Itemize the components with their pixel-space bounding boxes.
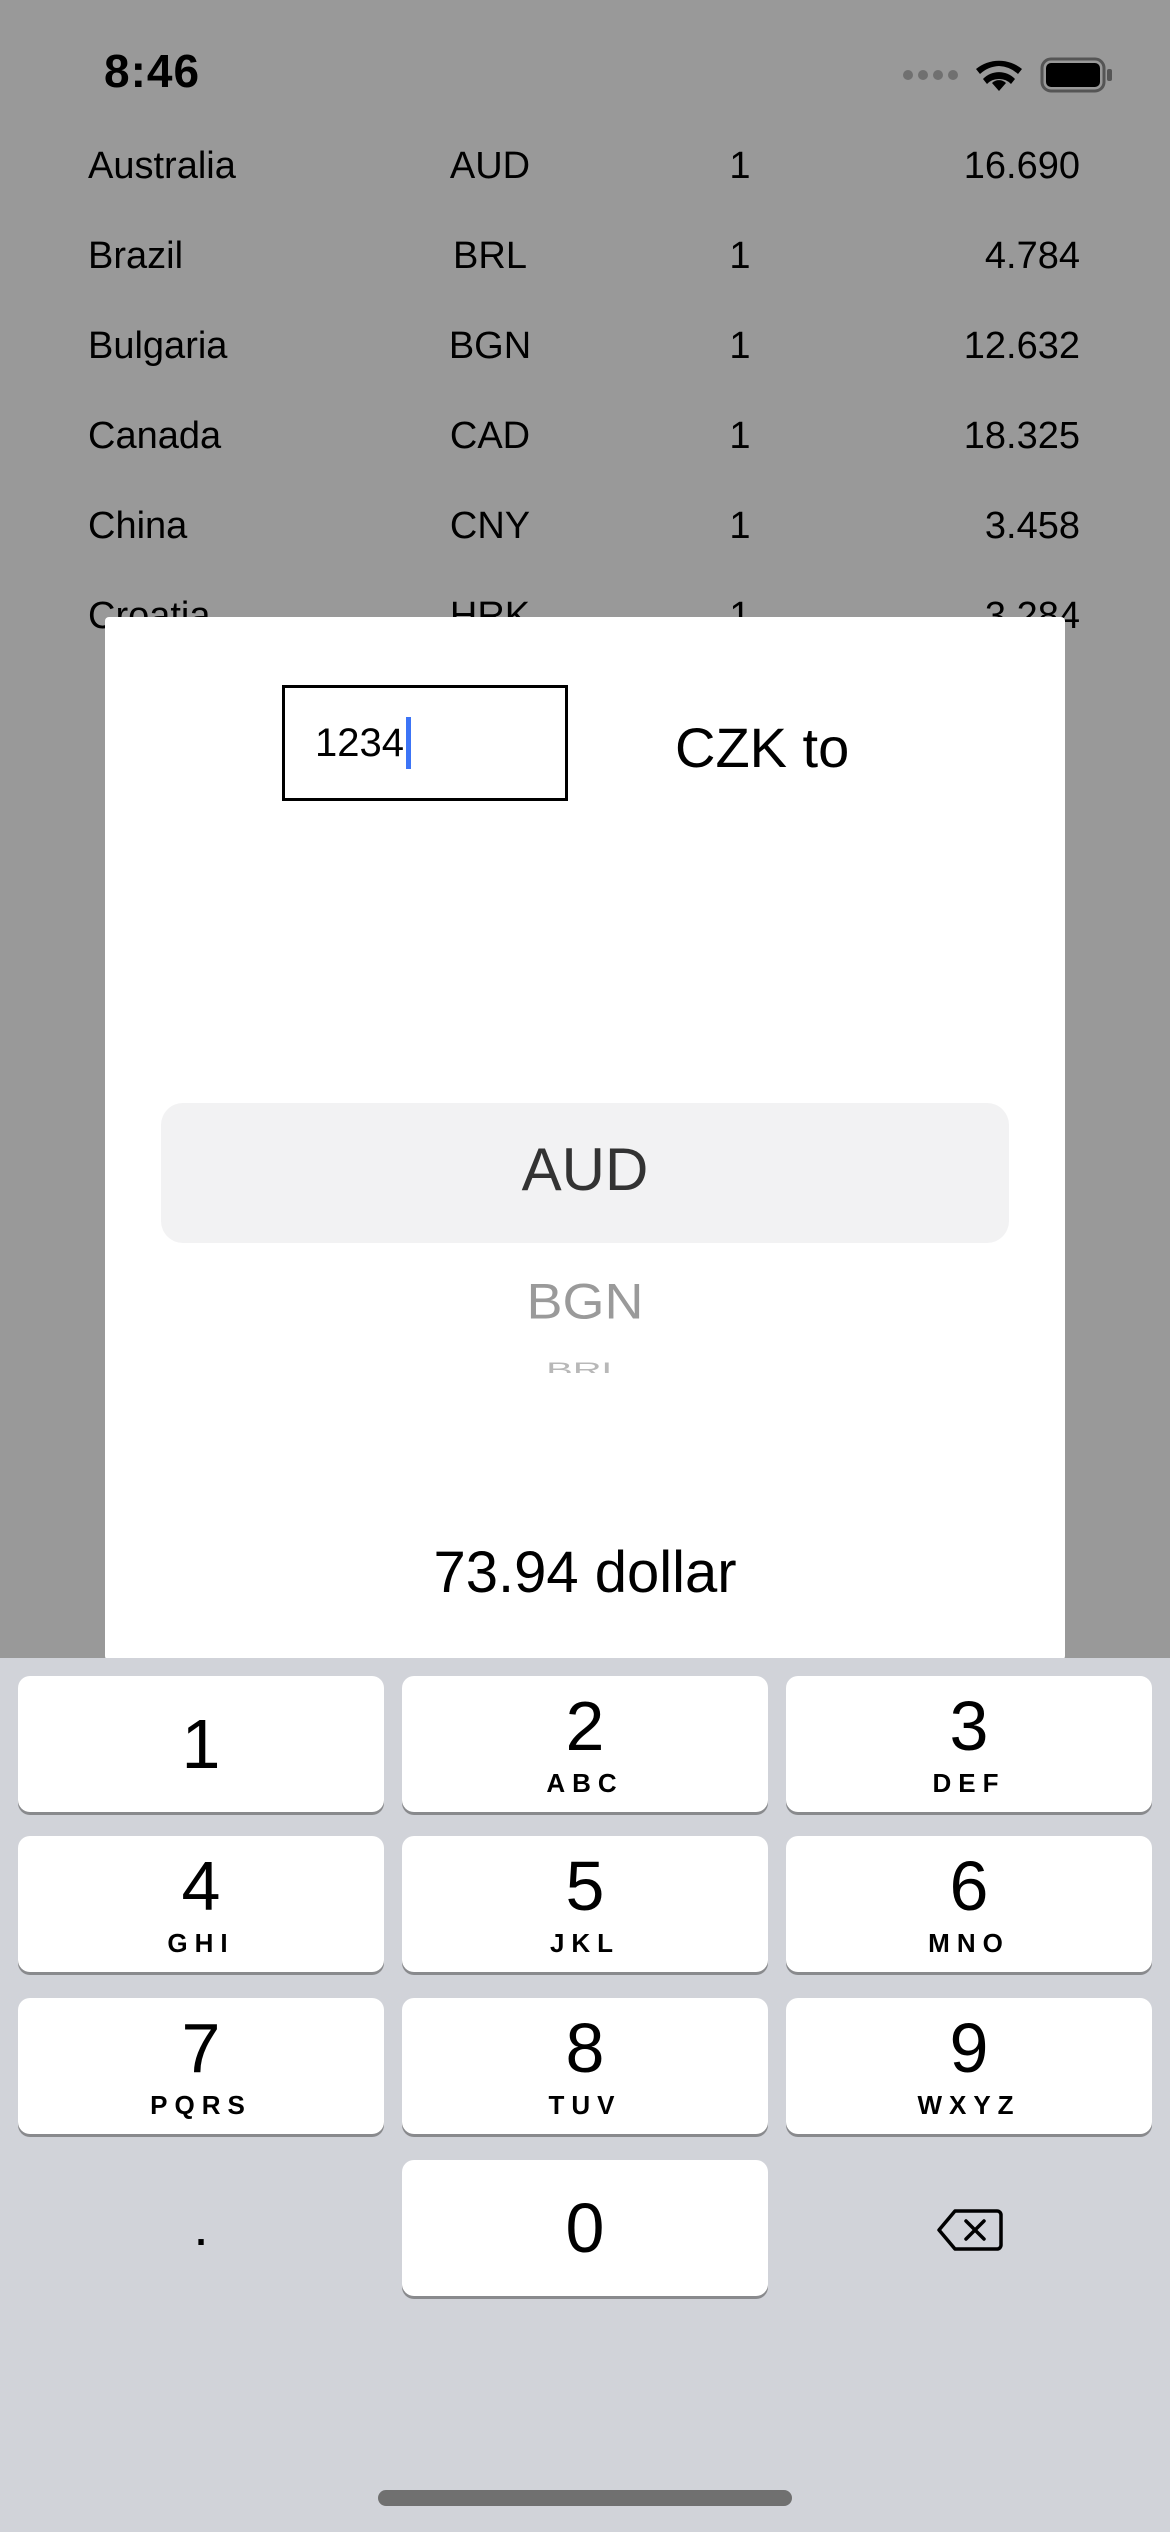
key-letters: MNO: [928, 1928, 1010, 1958]
currency-code: CAD: [449, 415, 531, 457]
country-name: Australia: [88, 145, 236, 187]
decimal-key[interactable]: .: [18, 2160, 384, 2296]
currency-picker[interactable]: AUD BGN BRL: [161, 1103, 1009, 1373]
key-letters: DEF: [932, 1768, 1006, 1798]
key-digit: 1: [181, 1705, 221, 1783]
key-5[interactable]: 5 JKL: [402, 1836, 768, 1972]
home-indicator[interactable]: [378, 2490, 792, 2506]
exchange-rate: 18.325: [963, 415, 1080, 457]
key-2[interactable]: 2 ABC: [402, 1676, 768, 1812]
battery-icon: [1040, 57, 1112, 93]
key-digit: 9: [949, 2009, 989, 2087]
currency-amount: 1: [729, 325, 751, 367]
currency-amount: 1: [729, 505, 751, 547]
key-digit: 3: [949, 1687, 989, 1765]
exchange-rate: 16.690: [963, 145, 1080, 187]
key-digit: 8: [565, 2009, 605, 2087]
picker-option[interactable]: BRL: [161, 1359, 1009, 1373]
key-3[interactable]: 3 DEF: [786, 1676, 1152, 1812]
picker-option-selected[interactable]: AUD: [161, 1135, 1009, 1204]
status-bar: 8:46: [0, 0, 1170, 140]
country-name: Bulgaria: [88, 325, 228, 367]
key-digit: 6: [949, 1847, 989, 1925]
table-row[interactable]: Australia AUD 1 16.690: [0, 140, 1170, 230]
key-letters: WXYZ: [917, 2090, 1021, 2120]
key-digit: 2: [565, 1687, 605, 1765]
delete-backspace-icon: [937, 2209, 1003, 2251]
currency-code: CNY: [449, 505, 531, 547]
table-row[interactable]: Canada CAD 1 18.325: [0, 410, 1170, 500]
key-4[interactable]: 4 GHI: [18, 1836, 384, 1972]
country-name: Brazil: [88, 235, 184, 277]
key-digit: 5: [565, 1847, 605, 1925]
amount-input-value: 1234: [315, 720, 404, 765]
key-digit: 4: [181, 1847, 221, 1925]
country-name: China: [88, 505, 188, 547]
currency-converter-screen: 8:46 Australia AUD 1 16.690 Brazil BRL 1…: [0, 0, 1170, 2532]
currency-code: AUD: [449, 145, 531, 187]
decimal-key-label: .: [193, 2194, 209, 2257]
exchange-rate: 3.458: [984, 505, 1080, 547]
cellular-signal-icon: [903, 70, 958, 80]
amount-input[interactable]: 1234: [282, 685, 568, 801]
key-letters: PQRS: [150, 2090, 252, 2120]
currency-amount: 1: [729, 145, 751, 187]
table-row[interactable]: Bulgaria BGN 1 12.632: [0, 320, 1170, 410]
key-1[interactable]: 1: [18, 1676, 384, 1812]
key-letters: ABC: [546, 1768, 624, 1798]
key-0[interactable]: 0: [402, 2160, 768, 2296]
exchange-rate: 4.784: [984, 235, 1080, 277]
delete-key[interactable]: [786, 2160, 1152, 2296]
currency-code: BRL: [453, 235, 527, 277]
exchange-rates-table: Australia AUD 1 16.690 Brazil BRL 1 4.78…: [0, 140, 1170, 680]
status-icons: [903, 52, 1114, 98]
table-row[interactable]: Brazil BRL 1 4.784: [0, 230, 1170, 320]
currency-amount: 1: [729, 415, 751, 457]
conversion-result: 73.94 dollar: [433, 1540, 737, 1605]
key-letters: GHI: [167, 1928, 235, 1958]
key-6[interactable]: 6 MNO: [786, 1836, 1152, 1972]
key-letters: TUV: [548, 2090, 622, 2120]
key-9[interactable]: 9 WXYZ: [786, 1998, 1152, 2134]
wifi-icon: [976, 60, 1022, 91]
key-digit: 7: [181, 2009, 221, 2087]
currency-code: BGN: [448, 325, 532, 367]
key-letters: JKL: [549, 1928, 621, 1958]
converter-modal: 1234 CZK to AUD BGN BRL 73.94 dollar: [105, 617, 1065, 1660]
key-digit: 0: [565, 2189, 605, 2267]
currency-amount: 1: [729, 235, 751, 277]
table-row[interactable]: China CNY 1 3.458: [0, 500, 1170, 590]
numeric-keyboard: 1 2 ABC 3 DEF 4 GHI 5 JKL 6 MNO 7 PQRS 8…: [0, 1658, 1170, 2532]
text-caret: [405, 717, 411, 769]
status-time: 8:46: [104, 45, 201, 97]
country-name: Canada: [88, 415, 222, 457]
from-currency-label: CZK to: [675, 716, 850, 779]
key-7[interactable]: 7 PQRS: [18, 1998, 384, 2134]
key-8[interactable]: 8 TUV: [402, 1998, 768, 2134]
exchange-rate: 12.632: [963, 325, 1080, 367]
picker-option[interactable]: BGN: [161, 1273, 1009, 1330]
